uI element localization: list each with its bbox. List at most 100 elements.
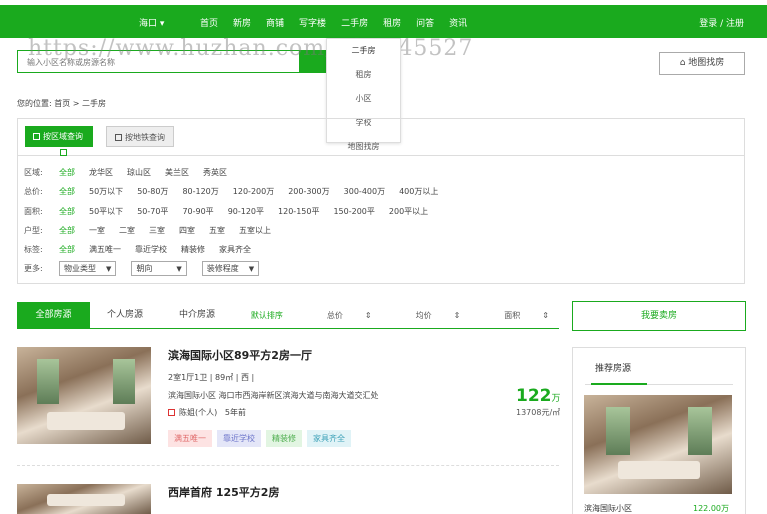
- filter-option[interactable]: 美兰区: [165, 167, 189, 178]
- listing-address: 滨海国际小区 海口市西海岸新区滨海大道与南海大道交汇处: [168, 391, 379, 400]
- filter-label: 更多:: [24, 264, 43, 273]
- filter-tabs: 按区域查询 按地铁查询: [18, 119, 744, 156]
- filter-option[interactable]: 50-80万: [137, 186, 168, 197]
- filter-option[interactable]: 二室: [119, 225, 135, 236]
- filter-option[interactable]: 50-70平: [137, 206, 168, 217]
- filter-option[interactable]: 70-90平: [182, 206, 213, 217]
- filter-option[interactable]: 家具齐全: [219, 244, 251, 255]
- filter-option[interactable]: 琼山区: [127, 167, 151, 178]
- nav-shops[interactable]: 商铺: [266, 16, 284, 29]
- sort-total-price[interactable]: 总价 ⇕: [305, 302, 372, 329]
- sort-label: 均价: [415, 311, 432, 320]
- filter-option[interactable]: 满五唯一: [89, 244, 121, 255]
- filter-option[interactable]: 三室: [149, 225, 165, 236]
- filter-option[interactable]: 精装修: [181, 244, 205, 255]
- location-pin-icon: ⌂: [679, 58, 689, 68]
- filter-row-district: 区域: 全部 龙华区 琼山区 美兰区 秀英区: [24, 167, 241, 178]
- nav-second-hand[interactable]: 二手房: [341, 16, 368, 29]
- chevron-down-icon: ▼: [106, 265, 112, 273]
- recommended-header: 推荐房源: [585, 348, 733, 385]
- price-unit: 万: [551, 394, 561, 404]
- listing-age: 5年前: [224, 408, 246, 417]
- listing-title[interactable]: 西岸首府 125平方2房: [168, 484, 279, 500]
- filter-label: 总价:: [24, 187, 43, 196]
- listing-photo[interactable]: [17, 484, 151, 514]
- filter-option[interactable]: 200-300万: [288, 186, 329, 197]
- listing-tabs: 全部房源 个人房源 中介房源 默认排序 总价 ⇕ 均价 ⇕ 面积 ⇕: [17, 302, 559, 329]
- breadcrumb: 您的位置: 首页 > 二手房: [17, 99, 107, 108]
- tag-badge: 靠近学校: [217, 430, 261, 447]
- sort-label: 面积: [504, 311, 521, 320]
- filter-option[interactable]: 150-200平: [333, 206, 374, 217]
- tag-badge: 家具齐全: [307, 430, 351, 447]
- dropdown-item-second-hand[interactable]: 二手房: [327, 39, 400, 63]
- filter-option[interactable]: 秀英区: [203, 167, 227, 178]
- filter-option[interactable]: 50万以下: [89, 186, 123, 197]
- decoration-select[interactable]: 装修程度 ▼: [201, 261, 260, 276]
- filter-option[interactable]: 50平以下: [89, 206, 123, 217]
- nav-home[interactable]: 首页: [200, 16, 218, 29]
- tab-metro-label: 按地铁查询: [125, 133, 165, 142]
- filter-option[interactable]: 全部: [59, 206, 75, 217]
- filter-option[interactable]: 全部: [59, 186, 75, 197]
- filter-option[interactable]: 300-400万: [344, 186, 385, 197]
- listing-title[interactable]: 滨海国际小区89平方2房一厅: [168, 347, 312, 363]
- sell-home-button[interactable]: 我要卖房: [572, 301, 746, 331]
- orientation-select[interactable]: 朝向 ▼: [131, 261, 187, 276]
- tab-all-listings[interactable]: 全部房源: [17, 302, 90, 329]
- listing-tags: 满五唯一 靠近学校 精装修 家具齐全: [168, 430, 356, 447]
- nav-news[interactable]: 资讯: [449, 16, 467, 29]
- dropdown-item-rent[interactable]: 租房: [327, 63, 400, 87]
- filter-option[interactable]: 全部: [59, 225, 75, 236]
- tab-personal-listings[interactable]: 个人房源: [107, 302, 143, 329]
- filter-option[interactable]: 200平以上: [389, 206, 428, 217]
- filter-option[interactable]: 一室: [89, 225, 105, 236]
- recommended-price: 122.00万: [693, 504, 729, 513]
- filter-option[interactable]: 四室: [179, 225, 195, 236]
- filter-option[interactable]: 120-200万: [233, 186, 274, 197]
- listing-unit-price: 13708元/㎡: [516, 408, 561, 417]
- filter-label: 区域:: [24, 168, 43, 177]
- sort-area[interactable]: 面积 ⇕: [482, 302, 549, 329]
- map-search-button[interactable]: ⌂ 地图找房: [659, 52, 745, 75]
- filter-row-size: 面积: 全部 50平以下 50-70平 70-90平 90-120平 120-1…: [24, 206, 442, 217]
- listing-photo[interactable]: [17, 347, 151, 444]
- recommended-photo[interactable]: [584, 395, 732, 494]
- filter-option[interactable]: 120-150平: [278, 206, 319, 217]
- nav-offices[interactable]: 写字楼: [299, 16, 326, 29]
- square-icon: [33, 133, 40, 140]
- listing-agent: 陈姐(个人) 5年前: [168, 407, 246, 418]
- login-register-link[interactable]: 登录 / 注册: [699, 16, 744, 29]
- filter-option[interactable]: 80-120万: [182, 186, 218, 197]
- tab-metro-search[interactable]: 按地铁查询: [106, 126, 174, 147]
- agent-name: 陈姐(个人): [179, 408, 218, 417]
- filter-option[interactable]: 靠近学校: [135, 244, 167, 255]
- watermark: https://www.huzhan.com/ishop45527: [28, 36, 474, 61]
- filter-option[interactable]: 五室以上: [239, 225, 271, 236]
- photo-window: [113, 359, 135, 404]
- nav-qa[interactable]: 问答: [416, 16, 434, 29]
- filter-row-price: 总价: 全部 50万以下 50-80万 80-120万 120-200万 200…: [24, 186, 452, 197]
- nav-new-homes[interactable]: 新房: [233, 16, 251, 29]
- filter-option[interactable]: 全部: [59, 167, 75, 178]
- filter-option[interactable]: 400万以上: [399, 186, 438, 197]
- sort-default[interactable]: 默认排序: [251, 302, 283, 329]
- filter-option[interactable]: 五室: [209, 225, 225, 236]
- recommended-title: 推荐房源: [595, 364, 632, 374]
- photo-window: [606, 407, 630, 455]
- chevron-down-icon: ▾: [159, 19, 165, 29]
- city-label: 海口: [139, 19, 158, 29]
- city-selector[interactable]: 海口 ▾: [139, 16, 164, 29]
- tab-area-search[interactable]: 按区域查询: [25, 126, 93, 147]
- nav-rent[interactable]: 租房: [383, 16, 401, 29]
- listing-divider: [17, 465, 559, 466]
- recommended-caption[interactable]: 滨海国际小区: [584, 503, 632, 514]
- tab-agency-listings[interactable]: 中介房源: [179, 302, 215, 329]
- sort-unit-price[interactable]: 均价 ⇕: [394, 302, 461, 329]
- property-type-select[interactable]: 物业类型 ▼: [59, 261, 117, 276]
- chevron-down-icon: ▼: [248, 265, 255, 273]
- filter-option[interactable]: 全部: [59, 244, 75, 255]
- filter-option[interactable]: 龙华区: [89, 167, 113, 178]
- filter-option[interactable]: 90-120平: [228, 206, 264, 217]
- dropdown-item-community[interactable]: 小区: [327, 87, 400, 111]
